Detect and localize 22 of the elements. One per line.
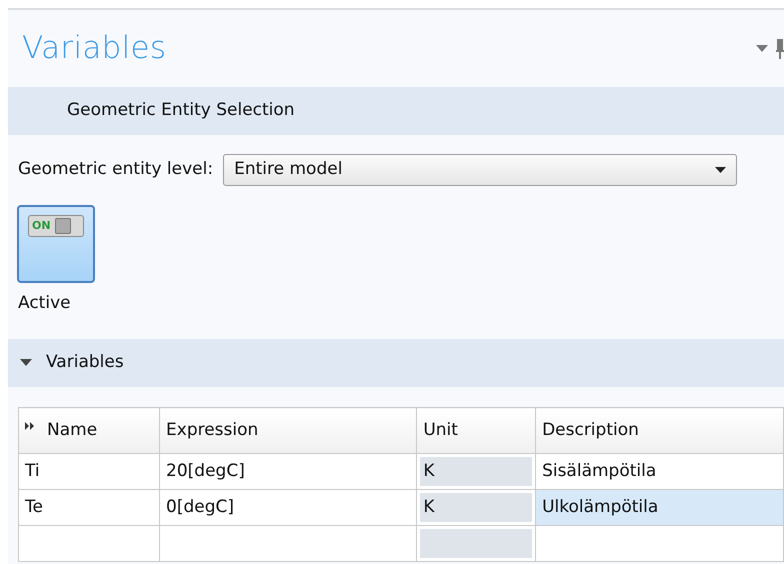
table-cell[interactable]: Ti — [18, 454, 160, 490]
table-cell[interactable]: Ulkolämpötila — [536, 490, 784, 526]
panel-title: Variables — [22, 29, 166, 68]
column-header[interactable]: Description — [536, 408, 784, 454]
field-label: Geometric entity level: — [18, 158, 214, 182]
column-header[interactable]: Unit — [416, 408, 536, 454]
dropdown-arrow-icon[interactable] — [756, 44, 768, 52]
section-header[interactable]: Geometric Entity Selection — [8, 87, 784, 135]
table-cell[interactable]: 20[degC] — [160, 454, 417, 490]
pin-icon[interactable] — [776, 38, 784, 58]
column-header[interactable]: Expression — [160, 408, 417, 454]
table-cell[interactable]: 0[degC] — [160, 490, 417, 526]
entity-level-dropdown[interactable]: Entire model — [223, 154, 738, 186]
section-header[interactable]: Variables — [8, 339, 784, 387]
table-cell[interactable]: Te — [18, 490, 160, 526]
collapse-arrow-icon — [20, 359, 32, 366]
table-cell[interactable]: K — [416, 454, 536, 490]
expand-columns-icon[interactable] — [25, 422, 35, 430]
table-cell[interactable]: K — [416, 490, 536, 526]
column-header[interactable]: Name — [18, 408, 160, 454]
caret-icon — [715, 166, 726, 174]
toggle-label: Active — [18, 293, 71, 313]
